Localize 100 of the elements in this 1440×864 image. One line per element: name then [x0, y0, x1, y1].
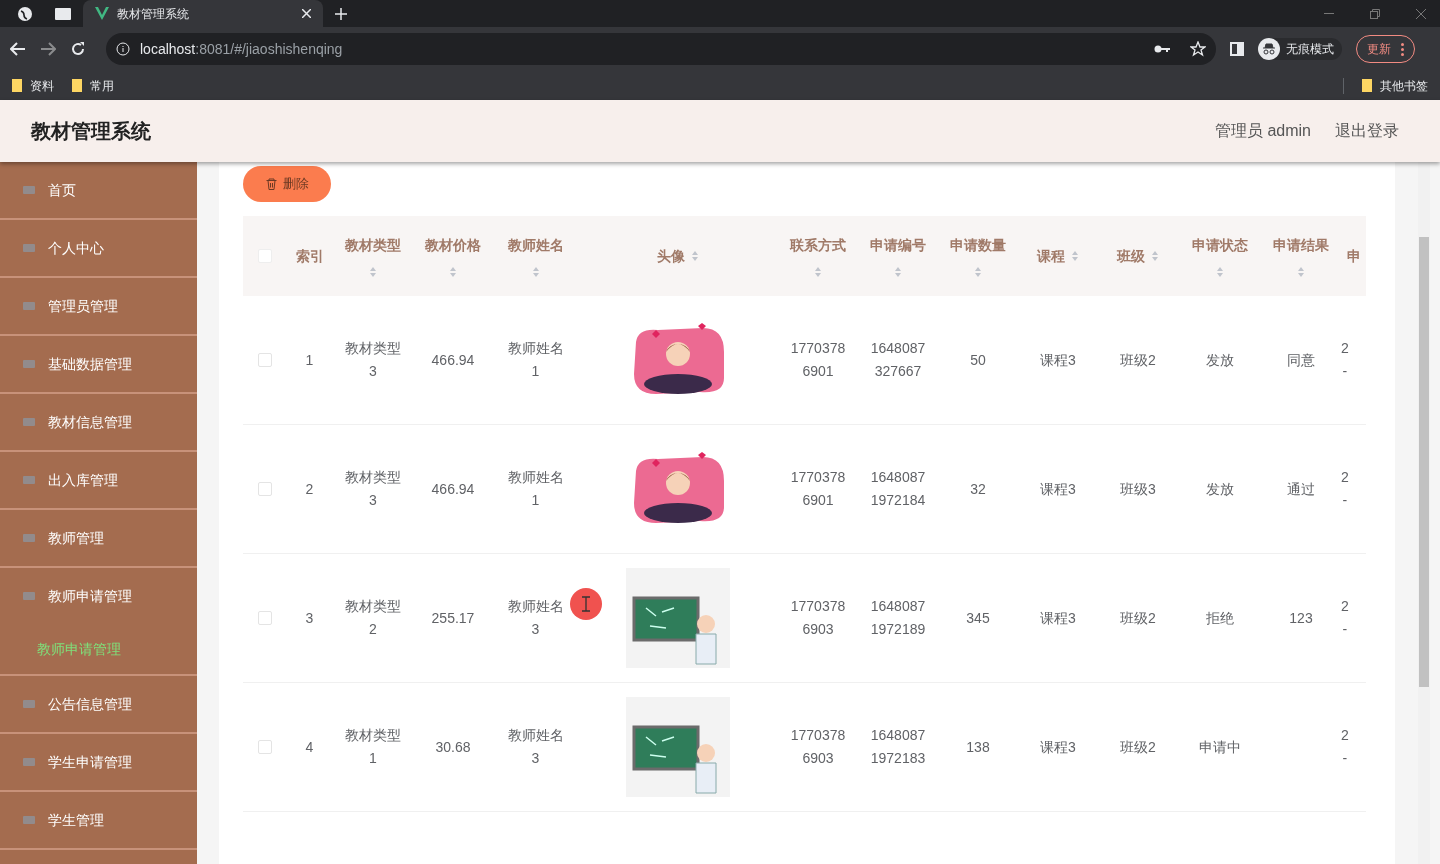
- sort-icon[interactable]: [814, 265, 822, 278]
- user-label: 管理员 admin: [1214, 121, 1311, 141]
- menu-item-icon: [22, 474, 36, 486]
- table-cell-text: 发放: [1205, 350, 1234, 370]
- sort-icon[interactable]: [691, 250, 699, 262]
- sort-icon[interactable]: [531, 265, 540, 278]
- column-header[interactable]: 教材价格: [425, 234, 481, 256]
- table-cell-text: 教材类型1: [345, 726, 401, 768]
- restore-icon[interactable]: [1370, 8, 1380, 19]
- menu-item-icon: [22, 590, 36, 602]
- table-cell-text: 教师姓名1: [507, 468, 564, 510]
- table-cell-text: 345: [966, 608, 990, 628]
- scrollbar[interactable]: [1418, 162, 1430, 864]
- delete-button[interactable]: 删除: [243, 166, 331, 202]
- table-cell-text: 1: [305, 350, 314, 370]
- menu-item-icon: [22, 814, 36, 826]
- table-cell-text: 班级2: [1120, 737, 1156, 757]
- column-header[interactable]: 班级: [1117, 245, 1145, 267]
- column-header[interactable]: 索引: [295, 245, 324, 267]
- menu-item-icon: [22, 242, 36, 254]
- table-cell-text: 通过: [1287, 479, 1315, 499]
- sidebar-item[interactable]: 教师申请管理: [0, 568, 197, 624]
- table-cell-text: 课程3: [1040, 479, 1076, 499]
- sidebar-subitem[interactable]: 教师申请管理: [0, 624, 197, 674]
- reload-icon[interactable]: [70, 41, 86, 57]
- forward-icon[interactable]: [40, 42, 56, 56]
- sidebar-item[interactable]: 个人中心: [0, 220, 197, 276]
- incognito-chip[interactable]: 无痕模式: [1258, 38, 1342, 60]
- folder-icon: [72, 79, 82, 92]
- column-header[interactable]: 申请状态: [1191, 234, 1248, 256]
- sort-icon[interactable]: [1151, 250, 1159, 262]
- table-cell-text: 1648087327667: [869, 339, 927, 381]
- table-cell-text: 466.94: [431, 350, 475, 370]
- sort-icon[interactable]: [1071, 250, 1079, 262]
- bookmark-folder[interactable]: 资料: [12, 76, 54, 95]
- close-tab-icon[interactable]: [302, 9, 311, 18]
- table-cell-text: 50: [970, 350, 986, 370]
- browser-tab[interactable]: 教材管理系统: [83, 0, 323, 27]
- sidebar-item[interactable]: 基础数据管理: [0, 336, 197, 392]
- column-header[interactable]: 申请编号: [870, 234, 926, 256]
- address-bar[interactable]: localhost:8081/#/jiaoshishenqing: [106, 33, 1216, 65]
- key-icon[interactable]: [1154, 45, 1170, 53]
- table-cell-text: 123: [1289, 608, 1313, 628]
- info-icon: [116, 42, 130, 56]
- table-cell-text: 17703786903: [790, 597, 846, 639]
- table-cell-text: 17703786903: [790, 726, 846, 768]
- side-panel-icon[interactable]: [1230, 42, 1244, 56]
- table-cell-text: 2: [305, 479, 314, 499]
- table-cell-text: 17703786901: [790, 468, 846, 510]
- sort-icon[interactable]: [449, 265, 457, 278]
- sidebar-item[interactable]: 教材信息管理: [0, 394, 197, 450]
- table-cell-text: 发放: [1205, 479, 1234, 499]
- menu-item-icon: [22, 300, 36, 312]
- column-header[interactable]: 教师姓名: [507, 234, 564, 256]
- window-icon[interactable]: [55, 7, 71, 20]
- sort-icon[interactable]: [369, 265, 377, 278]
- table-cell-text: 课程3: [1040, 608, 1076, 628]
- row-checkbox[interactable]: [257, 740, 272, 754]
- table-cell-text: 3: [305, 608, 314, 628]
- sidebar-item[interactable]: 公告信息管理: [0, 676, 197, 732]
- table-cell-text: 138: [966, 737, 990, 757]
- table-cell-text: 2 -: [1341, 726, 1349, 768]
- table-cell-text: 教材类型3: [345, 339, 401, 381]
- close-window-icon[interactable]: [1416, 8, 1426, 19]
- sidebar-item[interactable]: 管理员管理: [0, 278, 197, 334]
- sidebar-item[interactable]: 首页: [0, 162, 197, 218]
- bookmark-folder[interactable]: 其他书签: [1362, 76, 1428, 95]
- minimize-icon[interactable]: [1324, 12, 1334, 15]
- row-checkbox[interactable]: [257, 353, 272, 367]
- back-icon[interactable]: [10, 42, 26, 56]
- sort-icon[interactable]: [894, 265, 902, 278]
- star-icon[interactable]: [1190, 41, 1206, 57]
- row-checkbox[interactable]: [257, 611, 272, 625]
- globe-icon[interactable]: [17, 5, 33, 22]
- sidebar-item[interactable]: 教师管理: [0, 510, 197, 566]
- more-icon[interactable]: [1401, 42, 1404, 56]
- column-header[interactable]: 申请数量: [950, 234, 1006, 256]
- column-header[interactable]: 申: [1346, 245, 1361, 267]
- sidebar-item[interactable]: 学生管理: [0, 792, 197, 848]
- sort-icon[interactable]: [1297, 265, 1305, 278]
- column-header[interactable]: 头像: [657, 245, 685, 267]
- table-cell-text: 16480871972184: [869, 468, 927, 510]
- column-header[interactable]: 联系方式: [790, 234, 846, 256]
- sort-icon[interactable]: [1215, 265, 1224, 278]
- sort-icon[interactable]: [974, 265, 982, 278]
- bookmark-folder[interactable]: 常用: [72, 76, 114, 95]
- table-cell-text: 班级3: [1120, 479, 1156, 499]
- column-header[interactable]: 申请结果: [1273, 234, 1329, 256]
- new-tab-icon[interactable]: [335, 7, 347, 20]
- cursor-highlight-icon: [570, 588, 602, 620]
- logout-link[interactable]: 退出登录: [1335, 119, 1399, 143]
- url-text: localhost:8081/#/jiaoshishenqing: [140, 39, 343, 59]
- table-cell-text: 教师姓名3: [507, 726, 564, 768]
- table-cell-text: 班级2: [1120, 608, 1156, 628]
- column-header[interactable]: 教材类型: [345, 234, 401, 256]
- sidebar-item[interactable]: 学生申请管理: [0, 734, 197, 790]
- folder-icon: [12, 79, 22, 92]
- sidebar-item[interactable]: 出入库管理: [0, 452, 197, 508]
- column-header[interactable]: 课程: [1037, 245, 1065, 267]
- row-checkbox[interactable]: [257, 482, 272, 496]
